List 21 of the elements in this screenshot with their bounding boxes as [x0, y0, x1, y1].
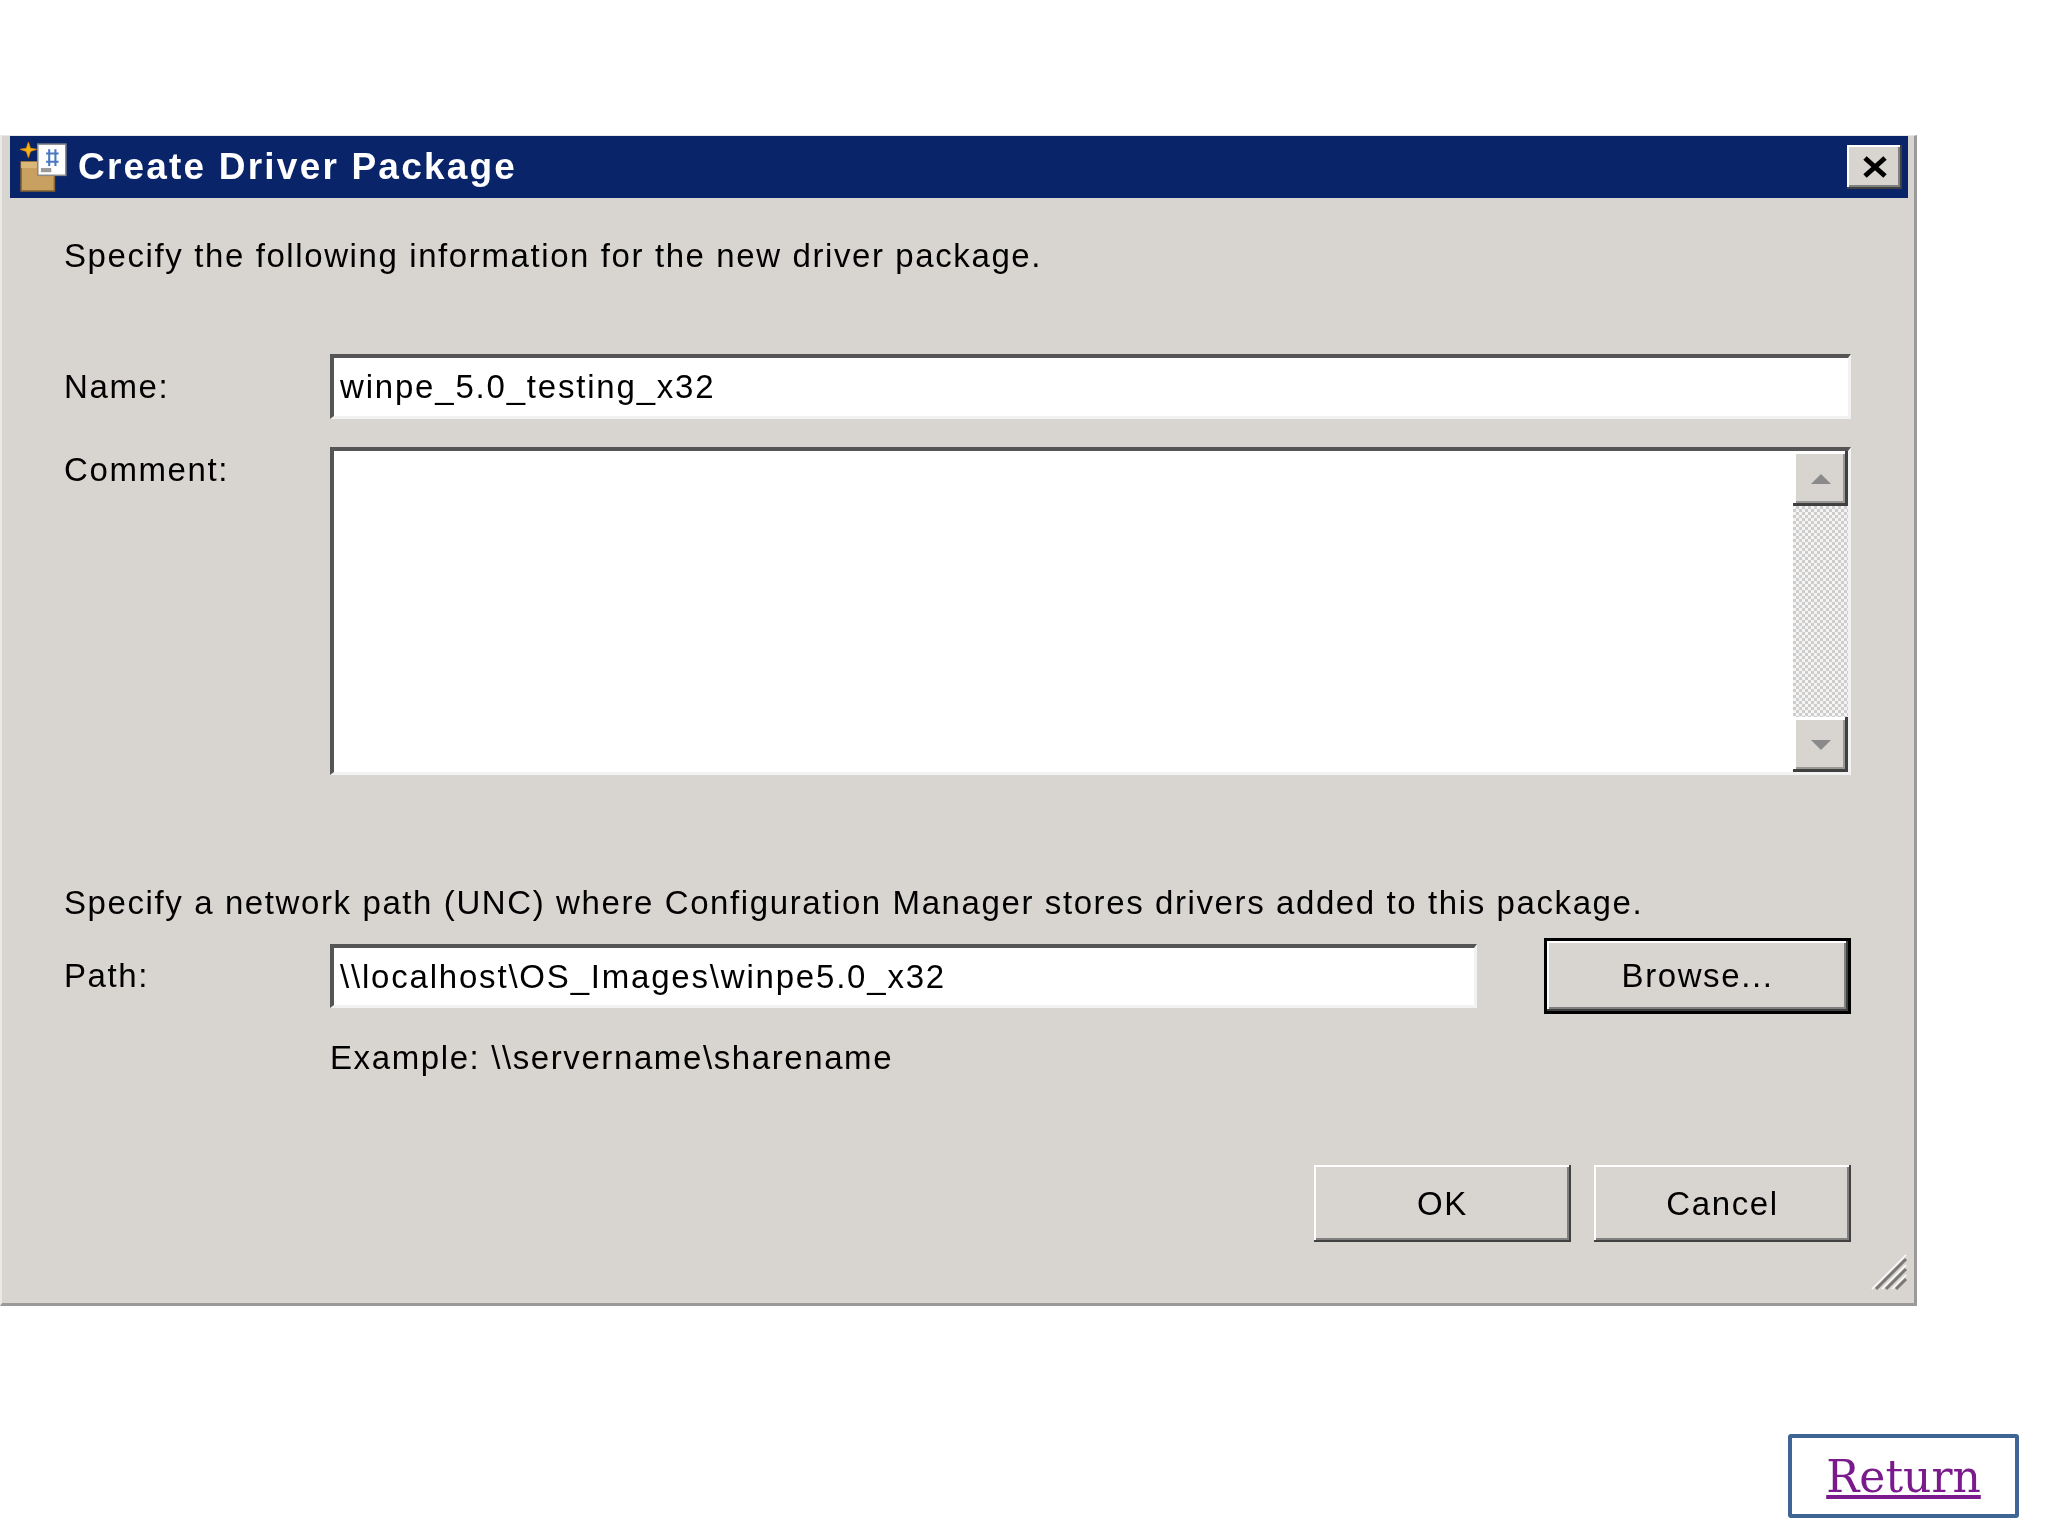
multiline-text-field[interactable]	[330, 447, 1851, 775]
text-field[interactable]: \\localhost\OS_Images\winpe5.0_x32	[330, 944, 1477, 1008]
down-arrow-icon	[1810, 739, 1831, 750]
hint-text: Example: \\servername\sharename	[330, 1038, 895, 1078]
window-title: Create Driver Package	[78, 146, 519, 188]
close-button[interactable]	[1847, 145, 1902, 189]
instruction-text: Specify the following information for the new driver package.	[64, 236, 1044, 276]
dialog-button[interactable]: OK	[1314, 1165, 1571, 1242]
field-label: Name:	[64, 366, 171, 407]
close-icon	[1861, 156, 1888, 178]
browse-button[interactable]: Browse...	[1544, 938, 1851, 1014]
scroll-down-button[interactable]	[1793, 717, 1848, 772]
field-label: Path:	[64, 956, 151, 996]
dialog-button[interactable]: Cancel	[1594, 1165, 1851, 1242]
text-field[interactable]: winpe_5.0_testing_x32	[330, 354, 1851, 419]
field-label: Comment:	[64, 450, 230, 490]
package-icon	[18, 141, 70, 193]
scroll-up-button[interactable]	[1793, 451, 1848, 506]
instruction-text: Specify a network path (UNC) where Configuration Manager stores drivers added to this package.	[64, 883, 1645, 923]
up-arrow-icon	[1810, 473, 1831, 484]
return-link[interactable]: Return	[1788, 1434, 2019, 1518]
